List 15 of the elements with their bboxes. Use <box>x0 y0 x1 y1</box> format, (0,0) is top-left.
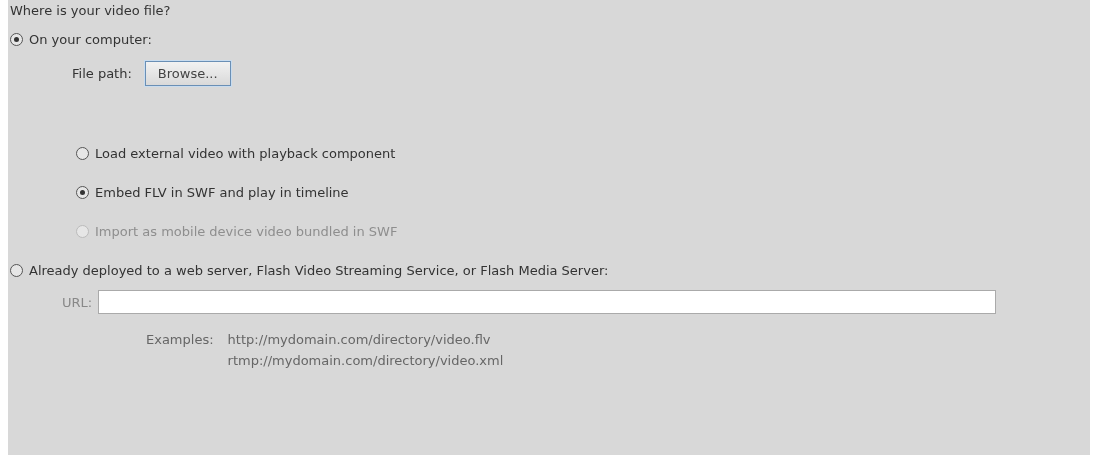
radio-button[interactable] <box>10 264 23 277</box>
question-label: Where is your video file? <box>10 2 171 20</box>
file-path-label: File path: <box>72 66 132 81</box>
example-url: http://mydomain.com/directory/video.flv <box>227 332 492 347</box>
url-label: URL: <box>62 294 93 310</box>
radio-button[interactable] <box>76 147 89 160</box>
radio-button[interactable] <box>10 33 23 46</box>
examples-label: Examples: <box>146 332 214 349</box>
radio-label[interactable]: Embed FLV in SWF and play in timeline <box>95 185 349 200</box>
radio-label[interactable]: Already deployed to a web server, Flash Video Streaming Service, or Flash Media Server: <box>29 263 609 278</box>
radio-button[interactable] <box>76 186 89 199</box>
radio-label[interactable]: On your computer: <box>29 32 152 47</box>
radio-label[interactable]: Load external video with playback component <box>95 146 396 161</box>
browse-button[interactable]: Browse... <box>144 61 231 86</box>
example-url: rtmp://mydomain.com/directory/video.xml <box>227 353 504 368</box>
